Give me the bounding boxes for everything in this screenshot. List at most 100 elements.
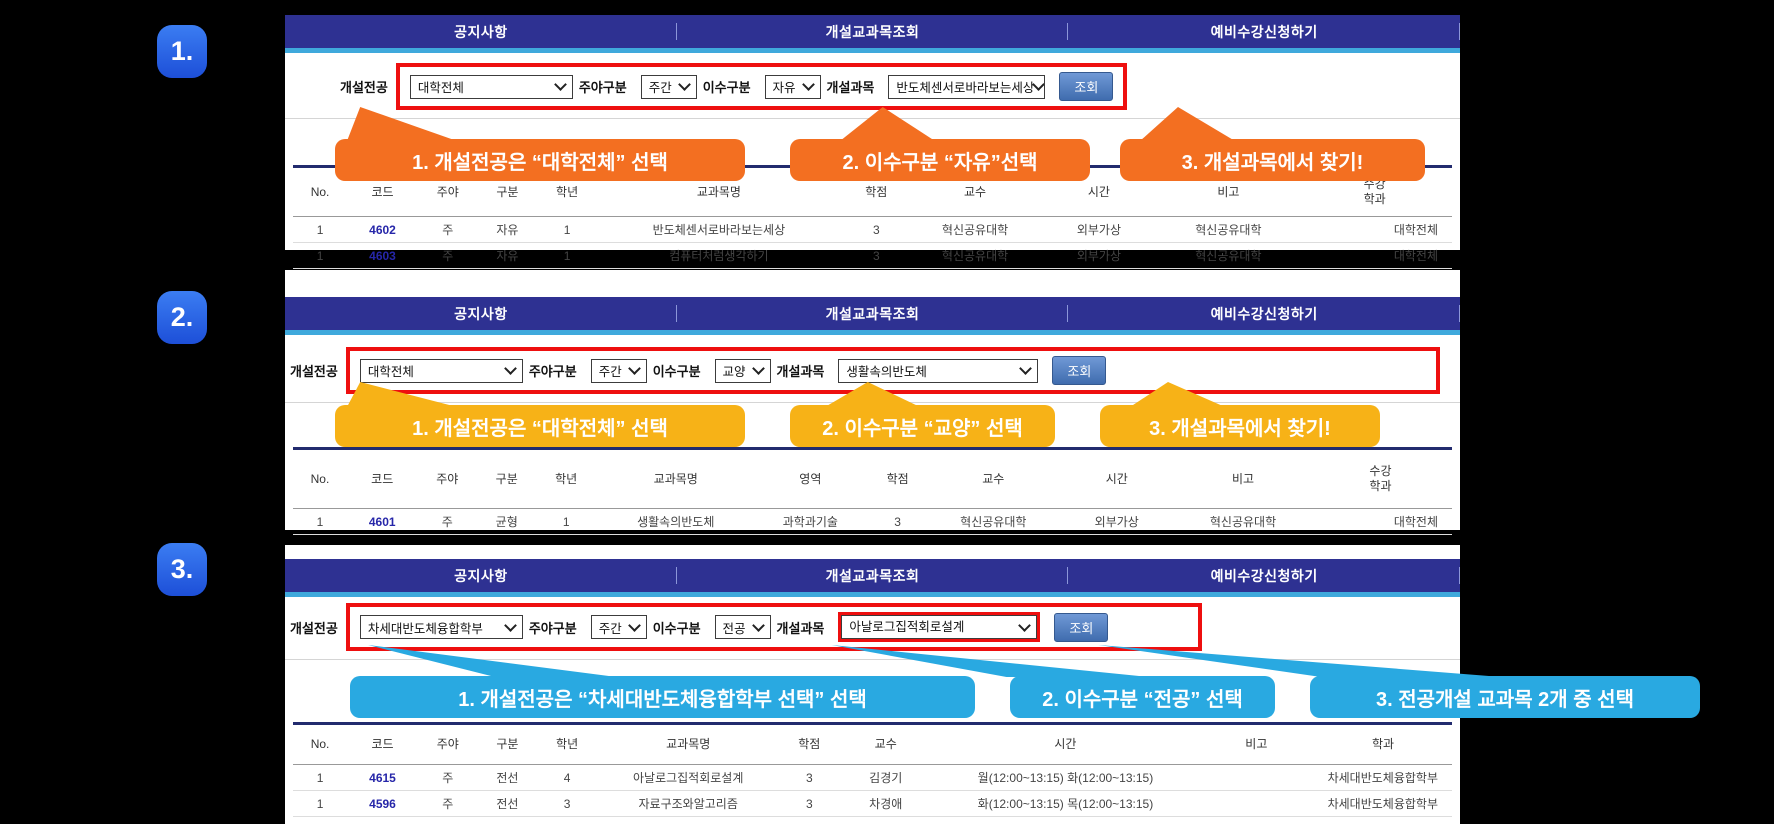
tab-course-search[interactable]: 개설교과목조회 — [677, 297, 1069, 330]
chevron-down-icon — [628, 362, 641, 375]
column-header: 주야 — [418, 449, 477, 509]
search-button[interactable]: 조회 — [1059, 72, 1113, 101]
column-header: No. — [293, 724, 347, 765]
table-cell: 외부가상 — [1038, 217, 1159, 243]
column-header: No. — [293, 449, 347, 509]
chevron-down-icon — [1019, 619, 1032, 632]
table-cell: 차세대반도체융합학부 — [1314, 791, 1452, 817]
table-cell: 주 — [418, 765, 478, 791]
annotation-callout-3: 3. 전공개설 교과목 2개 중 선택 — [1310, 676, 1700, 718]
table-cell: 주 — [418, 217, 478, 243]
search-button[interactable]: 조회 — [1052, 356, 1106, 385]
annotation-callout-3: 3. 개설과목에서 찾기! — [1120, 139, 1425, 181]
table-cell: 혁신공유대학 — [912, 243, 1039, 269]
filter-highlight-box: 차세대반도체융합학부 주야구분 주간 이수구분 전공 개설과목 아날로그집적회로… — [346, 603, 1202, 651]
chevron-down-icon — [752, 362, 765, 375]
day-night-select[interactable]: 주간 — [591, 359, 647, 383]
course-select-highlight-box: 아날로그집적회로설계 — [838, 612, 1040, 642]
table-cell: 혁신공유대학 — [1159, 243, 1297, 269]
tab-course-search[interactable]: 개설교과목조회 — [677, 15, 1069, 48]
table-cell: 월(12:00~13:15) 화(12:00~13:15) — [932, 765, 1198, 791]
completion-type-select[interactable]: 자유 — [765, 75, 821, 99]
course-select[interactable]: 아날로그집적회로설계 — [841, 615, 1037, 639]
major-select[interactable]: 차세대반도체융합학부 — [360, 615, 523, 639]
column-header: 교과목명 — [597, 724, 780, 765]
chevron-down-icon — [1020, 362, 1033, 375]
course-result-table: No.코드주야구분학년교과목명영역학점교수시간비고수강 학과 14601주균형1… — [293, 447, 1452, 535]
nav-tab-bar: 공지사항 개설교과목조회 예비수강신청하기 — [285, 15, 1460, 48]
table-cell: 3 — [779, 765, 839, 791]
day-night-select[interactable]: 주간 — [591, 615, 647, 639]
table-cell: 대학전체 — [1297, 243, 1452, 269]
column-header: 비고 — [1199, 724, 1315, 765]
table-cell: 생활속의반도체 — [596, 509, 756, 535]
column-header: 학점 — [865, 449, 930, 509]
day-night-select-value: 주간 — [599, 361, 622, 380]
chevron-down-icon — [554, 78, 567, 91]
nav-tab-bar: 공지사항 개설교과목조회 예비수강신청하기 — [285, 297, 1460, 330]
table-cell: 자유 — [478, 243, 538, 269]
table-cell: 혁신공유대학 — [912, 217, 1039, 243]
tab-course-search[interactable]: 개설교과목조회 — [677, 559, 1069, 592]
step-badge-1: 1. — [157, 25, 207, 78]
course-code-link[interactable]: 4602 — [347, 217, 418, 243]
course-row: 14603주자유1컴퓨터처럼생각하기3혁신공유대학외부가상혁신공유대학대학전체 — [293, 243, 1452, 269]
completion-type-select[interactable]: 교양 — [715, 359, 771, 383]
completion-type-label: 이수구분 — [653, 361, 701, 380]
tab-pre-registration[interactable]: 예비수강신청하기 — [1068, 559, 1460, 592]
annotation-callout-1: 1. 개설전공은 “차세대반도체융합학부 선택” 선택 — [350, 676, 975, 718]
table-cell: 자유 — [478, 217, 538, 243]
chevron-down-icon — [504, 362, 517, 375]
course-code-link[interactable]: 4615 — [347, 765, 418, 791]
chevron-down-icon — [752, 619, 765, 632]
course-code-link[interactable]: 4603 — [347, 243, 418, 269]
course-code-link[interactable]: 4601 — [347, 509, 418, 535]
column-header: 구분 — [478, 724, 538, 765]
column-header: 주야 — [418, 724, 478, 765]
major-select-value: 대학전체 — [368, 361, 414, 380]
filter-highlight-box: 대학전체 주야구분 주간 이수구분 교양 개설과목 생활속의반도체 — [346, 347, 1440, 394]
table-cell: 과학과기술 — [756, 509, 866, 535]
table-cell: 반도체센서로바라보는세상 — [597, 217, 841, 243]
course-row: 14615주전선4아날로그집적회로설계3김경기월(12:00~13:15) 화(… — [293, 765, 1452, 791]
day-night-select-value: 주간 — [599, 618, 622, 637]
course-search-panel-2: 공지사항 개설교과목조회 예비수강신청하기 개설전공 대학전체 주야구분 주간 … — [285, 270, 1460, 530]
tab-notices[interactable]: 공지사항 — [285, 15, 677, 48]
completion-type-label: 이수구분 — [703, 77, 751, 96]
completion-type-select[interactable]: 전공 — [715, 615, 771, 639]
major-filter-label: 개설전공 — [290, 618, 338, 637]
course-select[interactable]: 생활속의반도체 — [838, 359, 1038, 383]
tab-notices[interactable]: 공지사항 — [285, 559, 677, 592]
course-row: 14596주전선3자료구조와알고리즘3차경애화(12:00~13:15) 목(1… — [293, 791, 1452, 817]
course-code-link[interactable]: 4596 — [347, 791, 418, 817]
table-header-row: No.코드주야구분학년교과목명영역학점교수시간비고수강 학과 — [293, 449, 1452, 509]
chevron-down-icon — [1033, 78, 1046, 91]
column-header: 학점 — [779, 724, 839, 765]
tab-notices[interactable]: 공지사항 — [285, 297, 677, 330]
tab-pre-registration[interactable]: 예비수강신청하기 — [1068, 15, 1460, 48]
column-header: 교수 — [930, 449, 1056, 509]
day-night-label: 주야구분 — [529, 618, 577, 637]
annotation-callout-1: 1. 개설전공은 “대학전체” 선택 — [335, 405, 745, 447]
course-row: 14602주자유1반도체센서로바라보는세상3혁신공유대학외부가상혁신공유대학대학… — [293, 217, 1452, 243]
column-header: 교과목명 — [596, 449, 756, 509]
chevron-down-icon — [802, 78, 815, 91]
tab-pre-registration[interactable]: 예비수강신청하기 — [1068, 297, 1460, 330]
column-header: 비고 — [1177, 449, 1309, 509]
table-cell — [1199, 765, 1315, 791]
table-cell: 3 — [537, 791, 597, 817]
course-select[interactable]: 반도체센서로바라보는세상 — [888, 75, 1045, 99]
table-cell: 주 — [418, 243, 478, 269]
table-cell: 1 — [293, 509, 347, 535]
major-select[interactable]: 대학전체 — [410, 75, 573, 99]
table-cell: 전선 — [478, 791, 538, 817]
column-header: 코드 — [347, 449, 418, 509]
column-header: 교수 — [839, 724, 932, 765]
day-night-select[interactable]: 주간 — [641, 75, 697, 99]
major-select[interactable]: 대학전체 — [360, 359, 523, 383]
annotation-callout-1: 1. 개설전공은 “대학전체” 선택 — [335, 139, 745, 181]
chevron-down-icon — [504, 619, 517, 632]
column-header: 영역 — [756, 449, 866, 509]
search-button[interactable]: 조회 — [1054, 613, 1108, 642]
table-cell: 4 — [537, 765, 597, 791]
